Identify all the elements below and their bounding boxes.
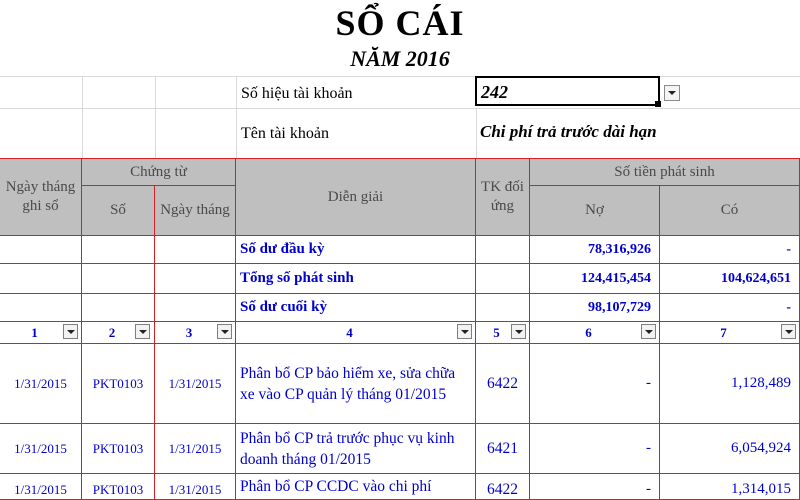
summary-closing-label[interactable]: Số dư cuối kỳ — [236, 294, 476, 322]
row-credit[interactable]: 1,128,489 — [660, 344, 800, 424]
filter-dropdown-icon[interactable] — [217, 324, 232, 339]
row-contra-account[interactable]: 6422 — [476, 474, 530, 500]
filter-dropdown-icon[interactable] — [63, 324, 78, 339]
summary-cell[interactable] — [155, 294, 236, 322]
summary-cell[interactable] — [82, 264, 155, 294]
summary-opening-debit[interactable]: 78,316,926 — [530, 236, 660, 264]
row-contra-account[interactable]: 6421 — [476, 424, 530, 474]
filter-dropdown-icon[interactable] — [511, 324, 526, 339]
row-description[interactable]: Phân bổ CP bảo hiểm xe, sửa chữa xe vào … — [236, 344, 476, 424]
column-number-5[interactable]: 5 — [476, 322, 530, 344]
filter-dropdown-icon[interactable] — [781, 324, 796, 339]
summary-closing-credit[interactable]: - — [660, 294, 800, 322]
row-credit[interactable]: 1,314,015 — [660, 474, 800, 500]
summary-opening-credit[interactable]: - — [660, 236, 800, 264]
column-number-label: 1 — [31, 325, 38, 340]
header-voucher-date: Ngày tháng — [155, 186, 236, 236]
column-number-label: 7 — [720, 325, 727, 340]
filter-dropdown-icon[interactable] — [641, 324, 656, 339]
summary-cell[interactable] — [155, 236, 236, 264]
column-number-3[interactable]: 3 — [155, 322, 236, 344]
row-debit[interactable]: - — [530, 424, 660, 474]
row-debit[interactable]: - — [530, 474, 660, 500]
row-voucher-no[interactable]: PKT0103 — [82, 424, 155, 474]
column-number-1[interactable]: 1 — [0, 322, 82, 344]
row-voucher-date[interactable]: 1/31/2015 — [155, 474, 236, 500]
filter-dropdown-icon[interactable] — [457, 324, 472, 339]
column-number-4[interactable]: 4 — [236, 322, 476, 344]
row-voucher-date[interactable]: 1/31/2015 — [155, 344, 236, 424]
header-record-date: Ngày tháng ghi sổ — [0, 158, 82, 236]
row-voucher-no[interactable]: PKT0103 — [82, 344, 155, 424]
column-number-label: 4 — [346, 325, 353, 340]
summary-cell[interactable] — [476, 236, 530, 264]
filter-dropdown-icon[interactable] — [135, 324, 150, 339]
summary-opening-label[interactable]: Số dư đầu kỳ — [236, 236, 476, 264]
header-credit: Có — [660, 186, 800, 236]
row-debit[interactable]: - — [530, 344, 660, 424]
header-debit: Nợ — [530, 186, 660, 236]
summary-cell[interactable] — [82, 236, 155, 264]
row-record-date[interactable]: 1/31/2015 — [0, 474, 82, 500]
summary-total-label[interactable]: Tổng số phát sinh — [236, 264, 476, 294]
column-number-label: 6 — [585, 325, 592, 340]
header-description: Diễn giải — [236, 158, 476, 236]
row-contra-account[interactable]: 6422 — [476, 344, 530, 424]
summary-cell[interactable] — [476, 264, 530, 294]
summary-cell[interactable] — [476, 294, 530, 322]
header-voucher: Chứng từ — [82, 158, 236, 186]
row-description[interactable]: Phân bổ CP CCDC vào chi phí — [236, 474, 476, 500]
ledger-table: Ngày tháng ghi sổ Chứng từ Diễn giải TK … — [0, 0, 800, 500]
header-amount: Số tiền phát sinh — [530, 158, 800, 186]
row-description[interactable]: Phân bổ CP trả trước phục vụ kinh doanh … — [236, 424, 476, 474]
row-record-date[interactable]: 1/31/2015 — [0, 344, 82, 424]
row-voucher-date[interactable]: 1/31/2015 — [155, 424, 236, 474]
summary-total-debit[interactable]: 124,415,454 — [530, 264, 660, 294]
summary-total-credit[interactable]: 104,624,651 — [660, 264, 800, 294]
row-credit[interactable]: 6,054,924 — [660, 424, 800, 474]
summary-cell[interactable] — [0, 264, 82, 294]
column-number-2[interactable]: 2 — [82, 322, 155, 344]
header-voucher-no: Số — [82, 186, 155, 236]
column-number-label: 5 — [493, 325, 500, 340]
column-number-7[interactable]: 7 — [660, 322, 800, 344]
summary-cell[interactable] — [0, 236, 82, 264]
summary-cell[interactable] — [155, 264, 236, 294]
row-record-date[interactable]: 1/31/2015 — [0, 424, 82, 474]
column-number-label: 2 — [108, 325, 116, 340]
column-number-label: 3 — [185, 325, 193, 340]
column-number-6[interactable]: 6 — [530, 322, 660, 344]
summary-cell[interactable] — [82, 294, 155, 322]
summary-cell[interactable] — [0, 294, 82, 322]
summary-closing-debit[interactable]: 98,107,729 — [530, 294, 660, 322]
row-voucher-no[interactable]: PKT0103 — [82, 474, 155, 500]
header-contra-account: TK đối ứng — [476, 158, 530, 236]
